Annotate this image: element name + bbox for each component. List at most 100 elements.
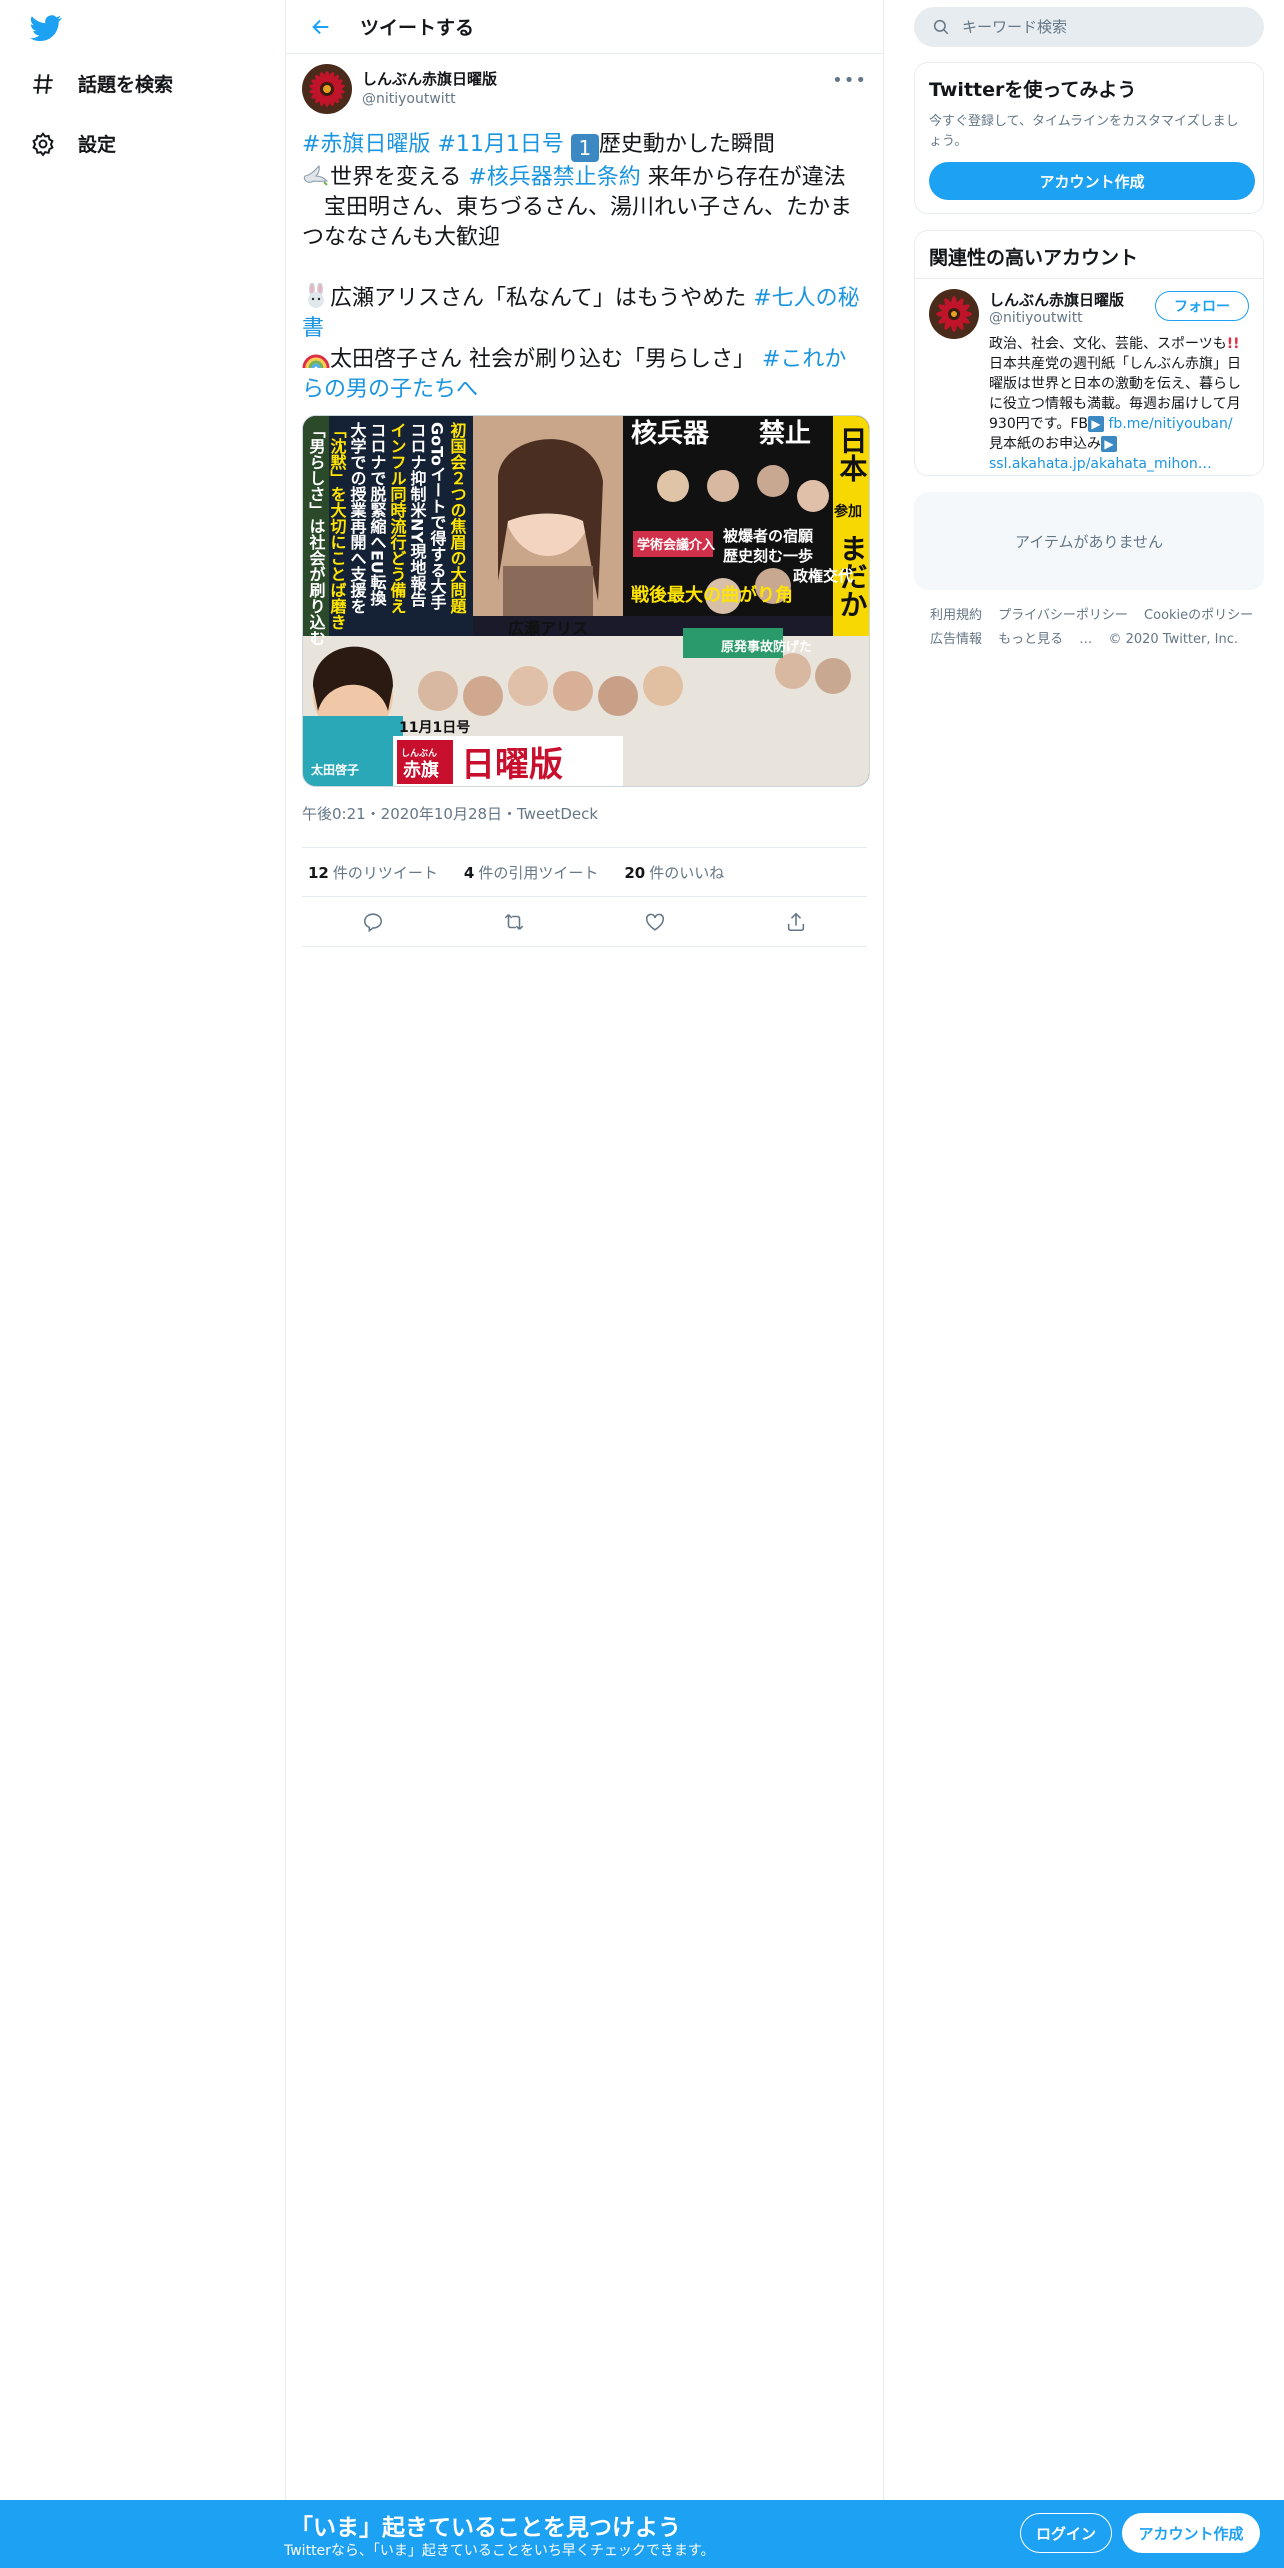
hashtag-link[interactable]: #核兵器禁止条約 xyxy=(468,165,640,190)
double-exclamation-icon: !! xyxy=(1226,336,1240,352)
signup-text: 今すぐ登録して、タイムラインをカスタマイズしましょう。 xyxy=(929,114,1239,149)
cover-text: 原発事故防げた xyxy=(721,639,812,655)
related-title: 関連性の高いアカウント xyxy=(929,247,1139,269)
related-account[interactable]: しんぶん赤旗日曜版 @nitiyoutwitt 政治、社会、文化、芸能、スポーツ… xyxy=(915,279,1263,484)
cover-text: 太田啓子 xyxy=(311,762,359,777)
more-icon[interactable]: ••• xyxy=(832,70,867,91)
tweet-author: しんぶん赤旗日曜版 @nitiyoutwitt ••• xyxy=(302,64,867,118)
tweet-line: 広瀬アリスさん「私なんて」はもうやめた xyxy=(330,286,754,311)
page-title: ツイートする xyxy=(360,17,475,39)
hashtag-icon xyxy=(33,73,53,94)
tweet-line: 世界を変える xyxy=(330,165,469,190)
cover-text: インフル同時流行どう備え xyxy=(388,422,408,614)
cover-text: 政権交代 xyxy=(793,567,853,585)
nav-explore-label: 話題を検索 xyxy=(78,74,174,96)
back-button[interactable] xyxy=(306,12,336,42)
bio-text: 政治、社会、文化、芸能、スポーツも xyxy=(989,336,1227,352)
cover-text: 禁止 xyxy=(759,419,811,449)
display-name[interactable]: しんぶん赤旗日曜版 xyxy=(362,68,497,89)
avatar[interactable] xyxy=(302,64,352,114)
bottom-bar-subtitle: Twitterなら、「いま」起きていることをいち早くチェックできます。 xyxy=(284,2543,715,2559)
cover-text: コロナで脱緊縮へEU転換 xyxy=(368,422,387,607)
retweet-number: 12 xyxy=(308,863,329,882)
share-icon[interactable] xyxy=(785,911,807,933)
tweet: しんぶん赤旗日曜版 @nitiyoutwitt ••• #赤旗日曜版 #11月1… xyxy=(286,54,883,947)
signup-card: Twitterを使ってみよう 今すぐ登録して、タイムラインをカスタマイズしましょ… xyxy=(914,62,1264,214)
quote-count[interactable]: 4 件の引用ツイート xyxy=(464,862,598,883)
nav-settings-label: 設定 xyxy=(78,134,117,156)
follow-button[interactable]: フォロー xyxy=(1155,291,1249,321)
cover-text: GoToイートで得する大手 xyxy=(428,422,448,611)
retweet-icon[interactable] xyxy=(503,911,525,933)
footer-more-link[interactable]: もっと見る … xyxy=(998,632,1092,647)
arrow-right-icon: ▶ xyxy=(1087,416,1104,432)
main-column: ツイートする しんぶん赤旗日曜版 @nitiyoutwitt ••• #赤旗日曜… xyxy=(286,0,884,2500)
magazine-cover-image: 初国会２つの焦眉の大問題 GoToイートで得する大手 コロナ抑制米NY現地報告 … xyxy=(303,416,869,786)
quote-number: 4 xyxy=(463,863,475,882)
search-input[interactable] xyxy=(962,18,1242,36)
bio-text: 見本紙のお申込み xyxy=(989,436,1101,452)
tweet-timestamp[interactable]: 午後0:21・2020年10月28日・TweetDeck xyxy=(302,803,867,831)
cover-text: 赤旗 xyxy=(403,759,439,781)
signup-button[interactable]: アカウント作成 xyxy=(1122,2513,1260,2553)
related-avatar[interactable] xyxy=(929,289,979,339)
keycap-one-icon: 1 xyxy=(570,134,599,162)
cover-text: 初国会２つの焦眉の大問題 xyxy=(448,421,468,615)
arrow-left-icon xyxy=(312,19,329,34)
like-count[interactable]: 20 件のいいね xyxy=(624,862,724,883)
flower-avatar-image xyxy=(929,289,979,339)
tweet-image[interactable]: 初国会２つの焦眉の大問題 GoToイートで得する大手 コロナ抑制米NY現地報告 … xyxy=(302,415,870,787)
login-button[interactable]: ログイン xyxy=(1020,2513,1112,2553)
footer-privacy-link[interactable]: プライバシーポリシー xyxy=(998,608,1128,623)
nav-explore[interactable]: 話題を検索 xyxy=(30,70,173,97)
related-bio: 政治、社会、文化、芸能、スポーツも!! 日本共産党の週刊紙「しんぶん赤旗」日曜版… xyxy=(989,334,1249,474)
cover-text: 学術会議介入 xyxy=(637,537,715,553)
header: ツイートする xyxy=(286,0,883,54)
username[interactable]: @nitiyoutwitt xyxy=(362,91,497,107)
bottom-bar-title: 「いま」起きていることを見つけよう xyxy=(290,2515,681,2541)
tweet-stats: 12 件のリツイート 4 件の引用ツイート 20 件のいいね xyxy=(302,847,867,897)
tweet-line: 太田啓子さん 社会が刷り込む「男らしさ」 xyxy=(330,347,762,372)
rabbit-icon xyxy=(302,282,330,309)
bottom-signup-bar: 「いま」起きていることを見つけよう Twitterなら、「いま」起きていることを… xyxy=(0,2500,1284,2568)
hashtag-link[interactable]: #11月1日号 xyxy=(437,132,563,157)
cover-text: 日曜版 xyxy=(461,745,563,785)
footer-more-label: もっと見る xyxy=(998,632,1064,647)
search-box[interactable] xyxy=(914,7,1264,47)
cover-text: 大学での授業再開へ支援を xyxy=(348,421,368,614)
flower-avatar-image xyxy=(302,64,352,114)
retweet-count[interactable]: 12 件のリツイート xyxy=(308,862,438,883)
left-sidebar: 話題を検索 設定 xyxy=(0,0,286,2500)
like-number: 20 xyxy=(624,863,646,882)
nav-settings[interactable]: 設定 xyxy=(30,130,116,157)
dove-icon xyxy=(302,162,330,188)
footer-terms-link[interactable]: 利用規約 xyxy=(930,608,982,623)
cover-text: 核兵器 xyxy=(631,418,710,449)
hashtag-link[interactable]: #赤旗日曜版 xyxy=(302,132,430,157)
bio-link[interactable]: fb.me/nitiyouban/ xyxy=(1108,416,1232,432)
arrow-right-icon: ▶ xyxy=(1101,436,1117,452)
bio-link[interactable]: ssl.akahata.jp/akahata_mihon… xyxy=(989,456,1212,472)
gear-icon xyxy=(32,131,54,157)
rainbow-icon xyxy=(302,344,330,370)
cover-text: 11月1日号 xyxy=(399,720,470,736)
cover-text: 歴史刻む一歩 xyxy=(723,547,813,565)
reply-icon[interactable] xyxy=(362,911,384,933)
footer-cookie-link[interactable]: Cookieのポリシー xyxy=(1144,608,1253,623)
related-accounts-card: 関連性の高いアカウント しんぶん赤旗日曜版 @nitiyoutwitt 政治、社… xyxy=(914,230,1264,476)
trends-empty-text: アイテムがありません xyxy=(1014,532,1164,551)
cover-text: 「男らしさ」は社会が刷り込む xyxy=(307,422,327,646)
twitter-logo-icon[interactable] xyxy=(30,12,62,44)
retweet-label: 件のリツイート xyxy=(332,863,438,882)
tweet-text: #赤旗日曜版 #11月1日号 1 歴史動かした瞬間 世界を変える #核兵器禁止条約… xyxy=(302,130,867,405)
cover-text: 被爆者の宿願 xyxy=(723,527,814,545)
heart-icon[interactable] xyxy=(644,911,666,933)
footer-links: 利用規約 プライバシーポリシー Cookieのポリシー 広告情報 もっと見る …… xyxy=(930,604,1270,652)
create-account-button[interactable]: アカウント作成 xyxy=(929,162,1255,200)
tweet-line: 宝田明さん、東ちづるさん、湯川れい子さん、たかまつななさんも大歓迎 xyxy=(302,195,853,250)
footer-ads-link[interactable]: 広告情報 xyxy=(930,632,982,647)
cover-text: 参加 xyxy=(834,503,862,520)
trends-card: アイテムがありません xyxy=(914,492,1264,590)
signup-title: Twitterを使ってみよう xyxy=(929,79,1137,101)
cover-text: しんぶん xyxy=(401,748,437,759)
